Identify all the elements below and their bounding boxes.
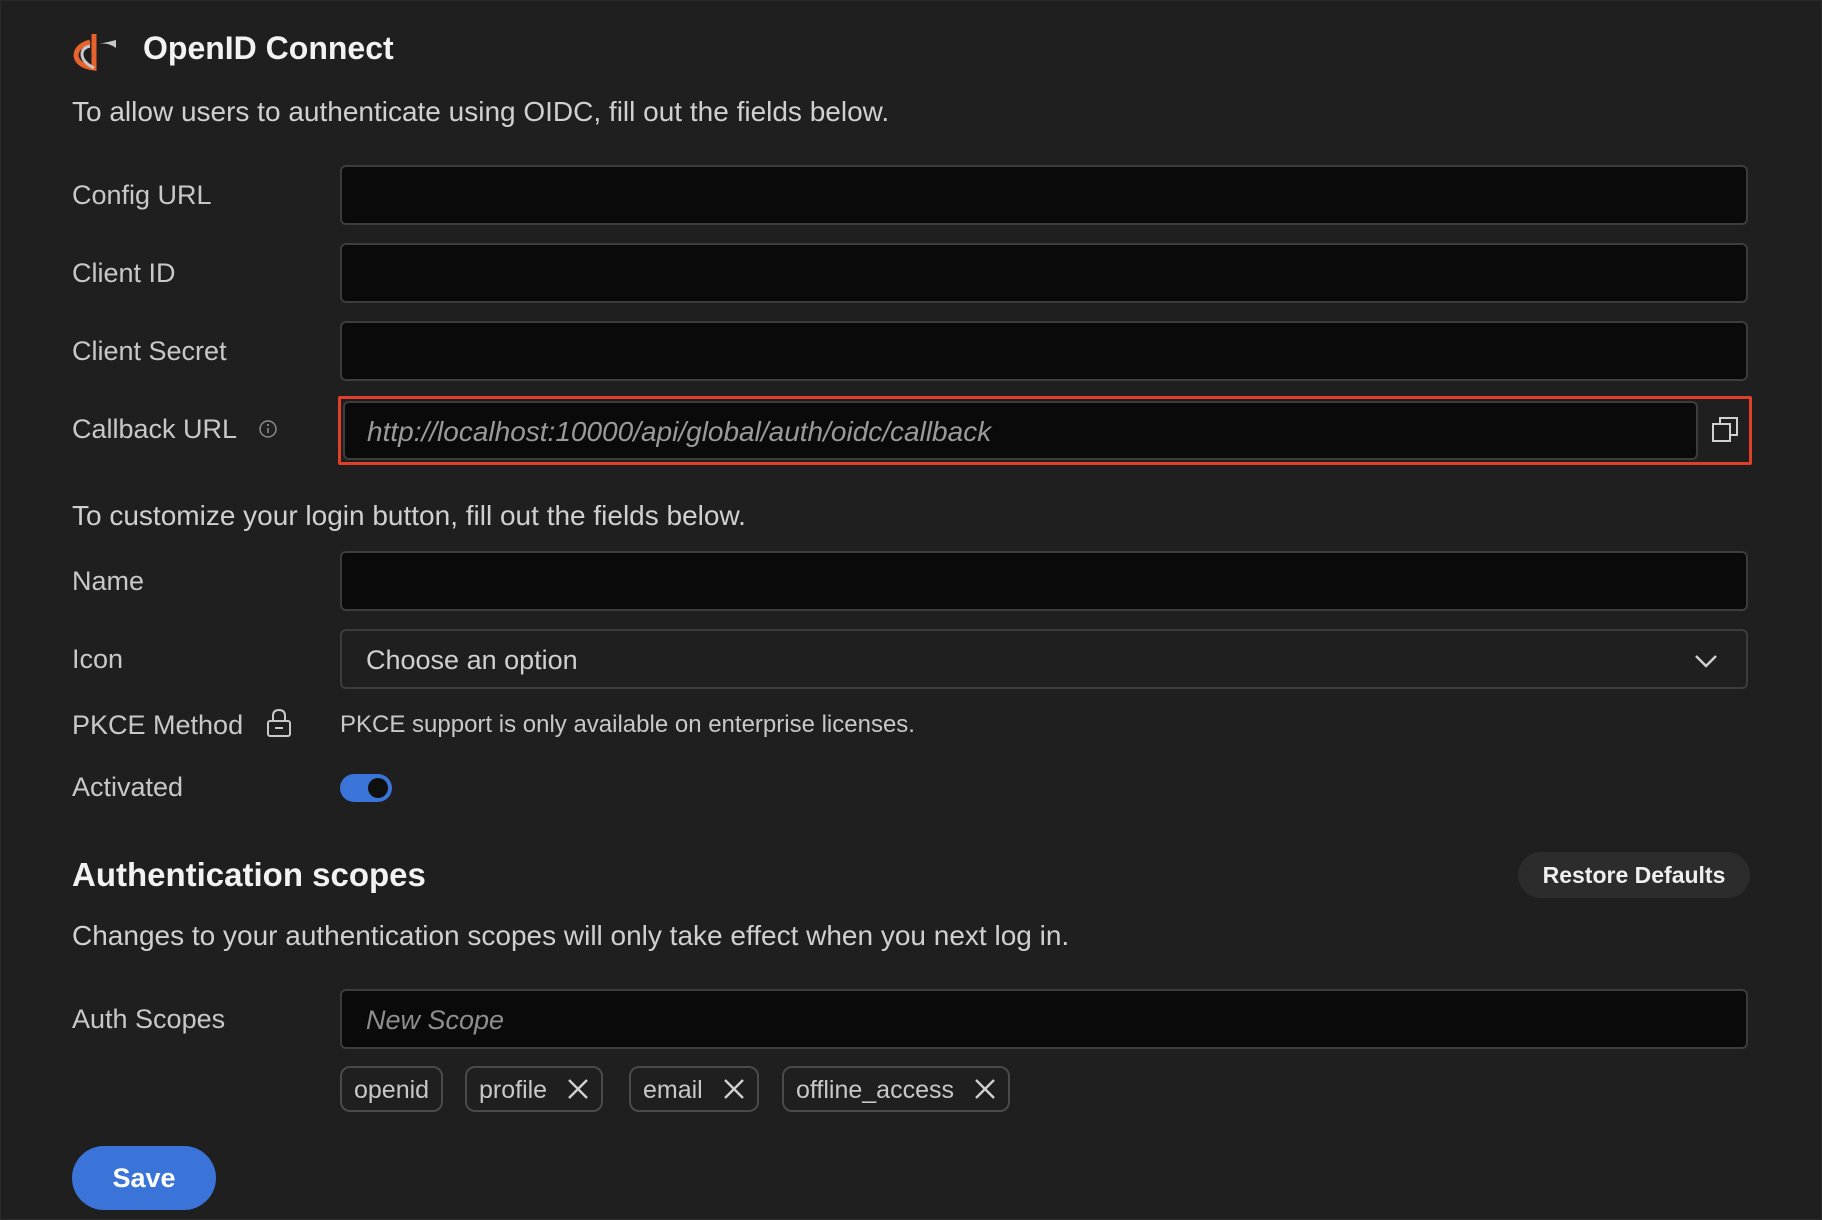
scope-chip-email: email [629, 1066, 759, 1112]
openid-logo-icon [73, 34, 116, 71]
info-icon[interactable] [258, 419, 278, 439]
callback-url-highlight: http://localhost:10000/api/global/auth/o… [338, 396, 1752, 465]
callback-url-field[interactable]: http://localhost:10000/api/global/auth/o… [343, 401, 1698, 460]
oidc-description: To allow users to authenticate using OID… [72, 96, 890, 127]
icon-select-value: Choose an option [366, 645, 578, 675]
chevron-down-icon [1695, 655, 1717, 668]
remove-offline-access-icon[interactable] [974, 1078, 996, 1100]
icon-select[interactable]: Choose an option [340, 629, 1748, 689]
activated-toggle[interactable] [340, 774, 392, 802]
scope-chip-label: openid [354, 1076, 430, 1104]
pkce-method-label: PKCE Method [72, 708, 293, 741]
save-button[interactable]: Save [72, 1146, 216, 1210]
toggle-knob [368, 778, 388, 798]
config-url-input[interactable] [340, 165, 1748, 225]
client-id-input[interactable] [340, 243, 1748, 303]
scope-chip-label: email [643, 1076, 703, 1104]
callback-url-label: Callback URL [72, 414, 278, 445]
client-secret-label: Client Secret [72, 336, 227, 366]
name-input[interactable] [340, 551, 1748, 611]
scope-chip-offline-access: offline_access [782, 1066, 1010, 1112]
login-button-description: To customize your login button, fill out… [72, 500, 746, 531]
remove-email-icon[interactable] [723, 1078, 745, 1100]
auth-scopes-label: Auth Scopes [72, 1004, 226, 1034]
lock-icon [266, 708, 291, 737]
scope-chip-profile: profile [465, 1066, 604, 1112]
new-scope-input[interactable]: New Scope [340, 989, 1748, 1049]
page-title: OpenID Connect [143, 30, 394, 66]
client-id-label: Client ID [72, 258, 176, 288]
new-scope-placeholder: New Scope [366, 1005, 505, 1035]
restore-defaults-button[interactable]: Restore Defaults [1518, 852, 1750, 898]
scope-chip-openid: openid [340, 1066, 444, 1112]
client-secret-input[interactable] [340, 321, 1748, 381]
scope-chip-label: profile [479, 1076, 548, 1104]
config-url-label: Config URL [72, 180, 212, 210]
activated-label: Activated [72, 772, 184, 802]
pkce-method-label-text: PKCE Method [72, 710, 244, 740]
auth-scopes-description: Changes to your authentication scopes wi… [72, 920, 1070, 951]
auth-scopes-heading: Authentication scopes [72, 856, 426, 893]
icon-label: Icon [72, 644, 124, 674]
name-label: Name [72, 566, 145, 596]
scope-chip-label: offline_access [796, 1076, 954, 1104]
remove-profile-icon[interactable] [567, 1078, 589, 1100]
pkce-note: PKCE support is only available on enterp… [340, 711, 915, 738]
callback-url-label-text: Callback URL [72, 414, 237, 444]
copy-icon[interactable] [1709, 413, 1743, 447]
